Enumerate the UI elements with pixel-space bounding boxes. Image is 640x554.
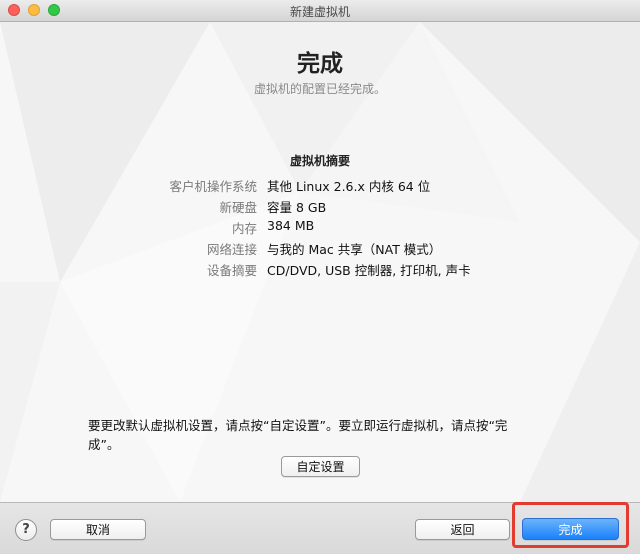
summary-label: 内存	[231, 221, 257, 236]
summary-label: 客户机操作系统	[169, 179, 257, 194]
new-vm-window: 新建虚拟机 完成 虚拟机的配置已经完成。 虚拟机摘要 客户机操作系统 其他 Li…	[0, 0, 640, 554]
customize-settings-button[interactable]: 自定设置	[281, 456, 360, 477]
page-subtitle: 虚拟机的配置已经完成。	[253, 82, 386, 96]
title-bar: 新建虚拟机	[0, 0, 640, 22]
summary-value: 容量 8 GB	[267, 200, 327, 215]
cancel-button[interactable]: 取消	[50, 519, 146, 540]
summary-table: 客户机操作系统 其他 Linux 2.6.x 内核 64 位 新硬盘 容量 8 …	[0, 176, 640, 281]
summary-value: 与我的 Mac 共享（NAT 模式）	[267, 242, 442, 257]
summary-label: 新硬盘	[219, 200, 257, 215]
summary-row-memory: 内存 384 MB	[0, 218, 640, 239]
back-button[interactable]: 返回	[415, 519, 510, 540]
summary-title: 虚拟机摘要	[289, 154, 350, 168]
hint-text: 要更改默认虚拟机设置，请点按“自定设置”。要立即运行虚拟机，请点按“完成”。	[88, 418, 508, 452]
page-title: 完成	[297, 51, 343, 77]
window-title: 新建虚拟机	[289, 5, 350, 19]
summary-value: 其他 Linux 2.6.x 内核 64 位	[267, 179, 431, 194]
content-area: 完成 虚拟机的配置已经完成。 虚拟机摘要 客户机操作系统 其他 Linux 2.…	[0, 22, 640, 502]
summary-row-network: 网络连接 与我的 Mac 共享（NAT 模式）	[0, 239, 640, 260]
summary-label: 网络连接	[206, 242, 257, 257]
summary-label: 设备摘要	[206, 263, 257, 278]
done-button-highlight	[512, 502, 629, 548]
summary-row-devices: 设备摘要 CD/DVD, USB 控制器, 打印机, 声卡	[0, 260, 640, 281]
help-button[interactable]: ?	[15, 519, 37, 541]
summary-row-disk: 新硬盘 容量 8 GB	[0, 197, 640, 218]
summary-row-os: 客户机操作系统 其他 Linux 2.6.x 内核 64 位	[0, 176, 640, 197]
summary-value: CD/DVD, USB 控制器, 打印机, 声卡	[267, 263, 471, 278]
summary-value: 384 MB	[267, 218, 315, 233]
